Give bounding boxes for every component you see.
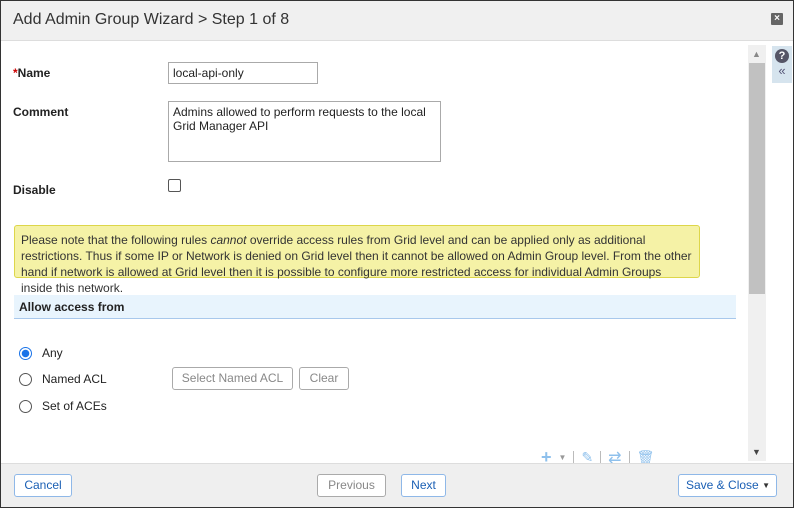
save-close-label: Save & Close <box>686 478 759 492</box>
close-icon[interactable]: × <box>771 13 783 25</box>
note-text: Please note that the following rules <box>21 233 211 247</box>
radio-set-of-aces[interactable] <box>19 400 32 413</box>
restriction-note: Please note that the following rules can… <box>14 225 700 295</box>
dialog-header: Add Admin Group Wizard > Step 1 of 8 × <box>1 1 793 41</box>
radio-named-acl[interactable] <box>19 373 32 386</box>
radio-named-acl-label: Named ACL <box>42 372 107 386</box>
save-close-button[interactable]: Save & Close ▼ <box>678 474 777 497</box>
scroll-up-icon[interactable]: ▲ <box>752 49 761 59</box>
chevron-down-icon[interactable]: ▼ <box>762 475 770 496</box>
select-named-acl-button[interactable]: Select Named ACL <box>172 367 293 390</box>
dialog-footer: Cancel Previous Next Save & Close ▼ <box>1 463 793 507</box>
wizard-dialog: Add Admin Group Wizard > Step 1 of 8 × *… <box>0 0 794 508</box>
dialog-title: Add Admin Group Wizard > Step 1 of 8 <box>13 11 290 28</box>
radio-any[interactable] <box>19 347 32 360</box>
note-emphasis: cannot <box>210 233 247 247</box>
clear-button[interactable]: Clear <box>299 367 349 390</box>
collapse-icon[interactable]: « <box>772 63 792 79</box>
radio-set-of-aces-label: Set of ACEs <box>42 399 107 413</box>
name-input[interactable] <box>168 62 318 84</box>
comment-textarea[interactable]: Admins allowed to perform requests to th… <box>168 101 441 162</box>
section-header-allow-access: Allow access from <box>14 295 736 319</box>
help-icon[interactable]: ? <box>775 49 789 63</box>
cancel-button[interactable]: Cancel <box>14 474 72 497</box>
disable-checkbox[interactable] <box>168 179 181 192</box>
chevron-down-icon[interactable]: ▼ <box>559 453 567 462</box>
next-button[interactable]: Next <box>401 474 446 497</box>
name-label: *Name <box>13 66 50 80</box>
previous-button[interactable]: Previous <box>317 474 386 497</box>
radio-any-label: Any <box>42 346 63 360</box>
scrollbar-thumb[interactable] <box>749 63 765 294</box>
disable-label: Disable <box>13 183 56 197</box>
name-label-text: Name <box>17 66 51 80</box>
side-panel: ? « <box>772 46 792 83</box>
comment-label: Comment <box>13 105 69 119</box>
scroll-down-icon[interactable]: ▼ <box>752 447 761 457</box>
